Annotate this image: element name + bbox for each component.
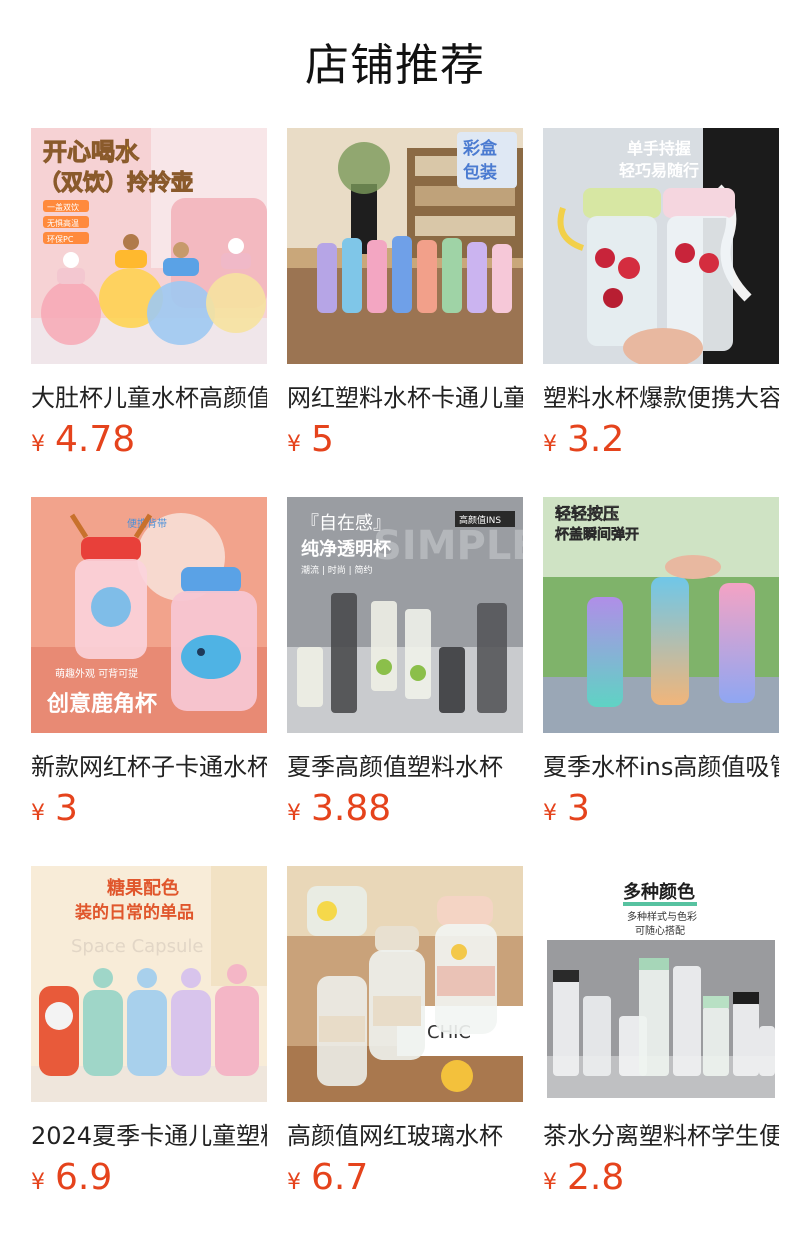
product-price: ¥3	[31, 787, 78, 831]
price-amount: 3	[567, 788, 590, 829]
price-amount: 6.9	[55, 1157, 113, 1198]
image-watermark: SIMPLE	[373, 523, 523, 569]
product-card[interactable]: 彩盒 包装 网红塑料水杯卡通儿童 ¥5	[287, 128, 523, 468]
product-image[interactable]: 轻轻按压 杯盖瞬间弹开	[543, 497, 779, 733]
product-image[interactable]: 糖果配色 装的日常的单品 Space Capsule	[31, 866, 267, 1102]
image-caption: 装的日常的单品	[74, 902, 194, 923]
currency-symbol: ¥	[543, 1170, 557, 1195]
image-caption: 轻巧易随行	[619, 161, 699, 180]
image-caption: 杯盖瞬间弹开	[555, 526, 639, 543]
product-price: ¥5	[287, 418, 334, 462]
product-image[interactable]: SIMPLE 『自在感』 纯净透明杯 潮流 | 时尚 | 简约 高颜值INS	[287, 497, 523, 733]
currency-symbol: ¥	[287, 432, 301, 457]
product-price: ¥6.7	[287, 1156, 368, 1200]
product-name[interactable]: 大肚杯儿童水杯高颜值	[31, 382, 267, 414]
image-caption: 潮流 | 时尚 | 简约	[301, 564, 373, 576]
product-image[interactable]: 单手持握 轻巧易随行	[543, 128, 779, 364]
currency-symbol: ¥	[287, 801, 301, 826]
price-amount: 2.8	[567, 1157, 625, 1198]
currency-symbol: ¥	[287, 1170, 301, 1195]
product-card[interactable]: 单手持握 轻巧易随行 塑料水杯爆款便携大容量 ¥3.2	[543, 128, 779, 468]
image-caption: 轻轻按压	[555, 504, 619, 523]
product-card[interactable]: CHIC 高颜值网红玻璃水杯 ¥6.7	[287, 866, 523, 1206]
image-caption: 彩盒	[462, 138, 498, 159]
product-card[interactable]: SIMPLE 『自在感』 纯净透明杯 潮流 | 时尚 | 简约 高颜值INS 夏…	[287, 497, 523, 837]
image-caption: 开心喝水	[43, 138, 140, 166]
product-card[interactable]: 糖果配色 装的日常的单品 Space Capsule 2024夏季卡通儿童塑料 …	[31, 866, 267, 1206]
product-price: ¥6.9	[31, 1156, 112, 1200]
image-caption: 包装	[463, 162, 497, 183]
image-caption: 高颜值INS	[459, 514, 501, 526]
image-caption: 多种样式与色彩	[627, 910, 697, 923]
image-caption: 单手持握	[627, 139, 691, 158]
currency-symbol: ¥	[543, 801, 557, 826]
price-amount: 4.78	[55, 419, 136, 460]
product-image[interactable]: 便携背带 萌趣外观 可背可提 创意鹿角杯	[31, 497, 267, 733]
product-image[interactable]: 多种颜色 多种样式与色彩 可随心搭配	[543, 866, 779, 1102]
product-price: ¥2.8	[543, 1156, 624, 1200]
svg-text:无惧高温: 无惧高温	[47, 218, 79, 228]
image-caption: 糖果配色	[107, 877, 179, 899]
image-caption: 萌趣外观 可背可提	[55, 667, 138, 680]
product-name[interactable]: 塑料水杯爆款便携大容量	[543, 382, 779, 414]
image-caption: 可随心搭配	[635, 924, 685, 937]
product-name[interactable]: 夏季高颜值塑料水杯	[287, 751, 523, 783]
svg-text:一盖双饮: 一盖双饮	[47, 202, 79, 212]
product-name[interactable]: 新款网红杯子卡通水杯	[31, 751, 267, 783]
product-image[interactable]: 彩盒 包装	[287, 128, 523, 364]
product-price: ¥4.78	[31, 418, 135, 462]
svg-text:环保PC: 环保PC	[47, 234, 74, 244]
image-caption: 纯净透明杯	[301, 538, 392, 560]
product-card[interactable]: 便携背带 萌趣外观 可背可提 创意鹿角杯 新款网红杯子卡通水杯 ¥3	[31, 497, 267, 837]
price-amount: 6.7	[311, 1157, 369, 1198]
product-image[interactable]: CHIC	[287, 866, 523, 1102]
price-amount: 3.88	[311, 788, 392, 829]
product-card[interactable]: 开心喝水 （双饮）拎拎壶 一盖双饮 无惧高温 环保PC 大肚杯儿童水杯高颜值 ¥…	[31, 128, 267, 468]
product-price: ¥3	[543, 787, 590, 831]
price-amount: 3	[55, 788, 78, 829]
currency-symbol: ¥	[543, 432, 557, 457]
image-caption: 多种颜色	[623, 881, 695, 903]
product-name[interactable]: 2024夏季卡通儿童塑料	[31, 1120, 267, 1152]
product-name[interactable]: 茶水分离塑料杯学生便携	[543, 1120, 779, 1152]
product-card[interactable]: 多种颜色 多种样式与色彩 可随心搭配 茶水分离塑料杯学生便携 ¥2.8	[543, 866, 779, 1206]
product-card[interactable]: 轻轻按压 杯盖瞬间弹开 夏季水杯ins高颜值吸管 ¥3	[543, 497, 779, 837]
product-name[interactable]: 高颜值网红玻璃水杯	[287, 1120, 523, 1152]
product-name[interactable]: 夏季水杯ins高颜值吸管	[543, 751, 779, 783]
price-amount: 3.2	[567, 419, 625, 460]
currency-symbol: ¥	[31, 1170, 45, 1195]
product-price: ¥3.2	[543, 418, 624, 462]
product-price: ¥3.88	[287, 787, 391, 831]
product-name[interactable]: 网红塑料水杯卡通儿童	[287, 382, 523, 414]
image-caption: 创意鹿角杯	[46, 691, 157, 717]
image-caption: （双饮）拎拎壶	[39, 170, 193, 196]
image-watermark: Space Capsule	[71, 936, 203, 957]
image-caption: 『自在感』	[301, 513, 391, 534]
price-amount: 5	[311, 419, 334, 460]
page-title: 店铺推荐	[305, 40, 485, 91]
currency-symbol: ¥	[31, 801, 45, 826]
product-image[interactable]: 开心喝水 （双饮）拎拎壶 一盖双饮 无惧高温 环保PC	[31, 128, 267, 364]
currency-symbol: ¥	[31, 432, 45, 457]
